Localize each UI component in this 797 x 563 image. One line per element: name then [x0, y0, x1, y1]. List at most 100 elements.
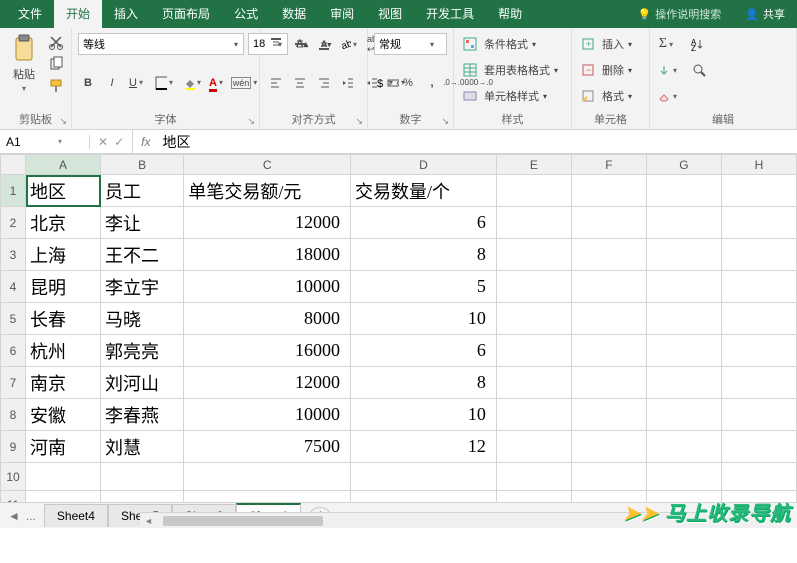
- cell[interactable]: [496, 335, 571, 367]
- cell[interactable]: [496, 271, 571, 303]
- comma-icon[interactable]: ,: [422, 73, 442, 93]
- enter-formula-icon[interactable]: ✓: [114, 135, 124, 149]
- cell[interactable]: [571, 303, 646, 335]
- align-middle-icon[interactable]: [290, 34, 310, 54]
- cell[interactable]: 10: [351, 303, 497, 335]
- cell[interactable]: [571, 175, 646, 207]
- cell[interactable]: [184, 463, 351, 491]
- cell[interactable]: 6: [351, 335, 497, 367]
- cell-D1[interactable]: 交易数量/个: [351, 175, 497, 207]
- cell[interactable]: [721, 367, 796, 399]
- decrease-indent-icon[interactable]: [338, 73, 358, 93]
- col-header-C[interactable]: C: [184, 155, 351, 175]
- cell[interactable]: [351, 463, 497, 491]
- cell-A1[interactable]: 地区: [26, 175, 101, 207]
- name-box-input[interactable]: [6, 135, 54, 149]
- format-cells-button[interactable]: 格式▾: [578, 84, 643, 108]
- cell[interactable]: 10000: [184, 399, 351, 431]
- cell[interactable]: [571, 431, 646, 463]
- row-header-3[interactable]: 3: [1, 239, 26, 271]
- row-header-4[interactable]: 4: [1, 271, 26, 303]
- font-launcher-icon[interactable]: ↘: [247, 116, 255, 127]
- cell[interactable]: [571, 463, 646, 491]
- cell[interactable]: 李春燕: [101, 399, 184, 431]
- name-box-dropdown-icon[interactable]: ▾: [58, 137, 62, 146]
- cell-styles-button[interactable]: 单元格样式▾: [460, 84, 565, 108]
- format-as-table-button[interactable]: 套用表格格式▾: [460, 58, 565, 82]
- sort-filter-icon[interactable]: AZ: [687, 34, 707, 54]
- cell[interactable]: [721, 399, 796, 431]
- cell[interactable]: [721, 335, 796, 367]
- cell[interactable]: [646, 399, 721, 431]
- italic-icon[interactable]: I: [102, 73, 122, 93]
- tab-page-layout[interactable]: 页面布局: [150, 0, 222, 28]
- cell[interactable]: [496, 303, 571, 335]
- row-header-10[interactable]: 10: [1, 463, 26, 491]
- select-all-corner[interactable]: [1, 155, 26, 175]
- format-painter-icon[interactable]: [46, 76, 66, 96]
- col-header-B[interactable]: B: [101, 155, 184, 175]
- cell[interactable]: 李让: [101, 207, 184, 239]
- cell[interactable]: [721, 207, 796, 239]
- paste-button[interactable]: 粘贴 ▾: [6, 32, 42, 95]
- cell[interactable]: [646, 271, 721, 303]
- row-header-7[interactable]: 7: [1, 367, 26, 399]
- phonetic-icon[interactable]: wén: [234, 73, 254, 93]
- font-name-combo[interactable]: ▾: [78, 33, 244, 55]
- cell[interactable]: [571, 271, 646, 303]
- cell[interactable]: [496, 367, 571, 399]
- cell[interactable]: 6: [351, 207, 497, 239]
- font-color-icon[interactable]: A: [206, 73, 226, 93]
- row-header-1[interactable]: 1: [1, 175, 26, 207]
- col-header-A[interactable]: A: [26, 155, 101, 175]
- border-icon[interactable]: [154, 73, 174, 93]
- cell[interactable]: 10: [351, 399, 497, 431]
- cell[interactable]: [721, 239, 796, 271]
- cell[interactable]: 长春: [26, 303, 101, 335]
- cell[interactable]: [571, 367, 646, 399]
- cell[interactable]: [646, 463, 721, 491]
- cell[interactable]: 8: [351, 367, 497, 399]
- tab-home[interactable]: 开始: [54, 0, 102, 28]
- cell[interactable]: [101, 463, 184, 491]
- align-bottom-icon[interactable]: [314, 34, 334, 54]
- cell[interactable]: 刘河山: [101, 367, 184, 399]
- cell[interactable]: [571, 207, 646, 239]
- cell[interactable]: [646, 239, 721, 271]
- row-header-2[interactable]: 2: [1, 207, 26, 239]
- cell[interactable]: [496, 239, 571, 271]
- tab-view[interactable]: 视图: [366, 0, 414, 28]
- cell[interactable]: [646, 367, 721, 399]
- cell[interactable]: [646, 207, 721, 239]
- cell[interactable]: 18000: [184, 239, 351, 271]
- find-select-icon[interactable]: [689, 60, 709, 80]
- cell[interactable]: 河南: [26, 431, 101, 463]
- align-right-icon[interactable]: [314, 73, 334, 93]
- cell[interactable]: [721, 431, 796, 463]
- align-launcher-icon[interactable]: ↘: [355, 116, 363, 127]
- tab-data[interactable]: 数据: [270, 0, 318, 28]
- cell[interactable]: [721, 303, 796, 335]
- cell[interactable]: 8000: [184, 303, 351, 335]
- cell[interactable]: [496, 207, 571, 239]
- cell[interactable]: [571, 399, 646, 431]
- col-header-F[interactable]: F: [571, 155, 646, 175]
- cell[interactable]: 郭亮亮: [101, 335, 184, 367]
- cell[interactable]: 北京: [26, 207, 101, 239]
- cell[interactable]: [721, 175, 796, 207]
- col-header-D[interactable]: D: [351, 155, 497, 175]
- scrollbar-thumb[interactable]: [163, 516, 323, 526]
- cell[interactable]: 南京: [26, 367, 101, 399]
- align-top-icon[interactable]: [266, 34, 286, 54]
- sheet-tab-sheet4[interactable]: Sheet4: [44, 504, 108, 527]
- cell[interactable]: [646, 335, 721, 367]
- tab-developer[interactable]: 开发工具: [414, 0, 486, 28]
- delete-cells-button[interactable]: −删除▾: [578, 58, 643, 82]
- fill-icon[interactable]: [656, 60, 678, 80]
- cell[interactable]: [646, 431, 721, 463]
- sheet-nav-prev-icon[interactable]: ◄: [8, 509, 20, 523]
- tell-me-search[interactable]: 💡 操作说明搜索: [626, 6, 734, 22]
- cell[interactable]: 7500: [184, 431, 351, 463]
- cancel-formula-icon[interactable]: ✕: [98, 135, 108, 149]
- number-format-combo[interactable]: ▾: [374, 33, 447, 55]
